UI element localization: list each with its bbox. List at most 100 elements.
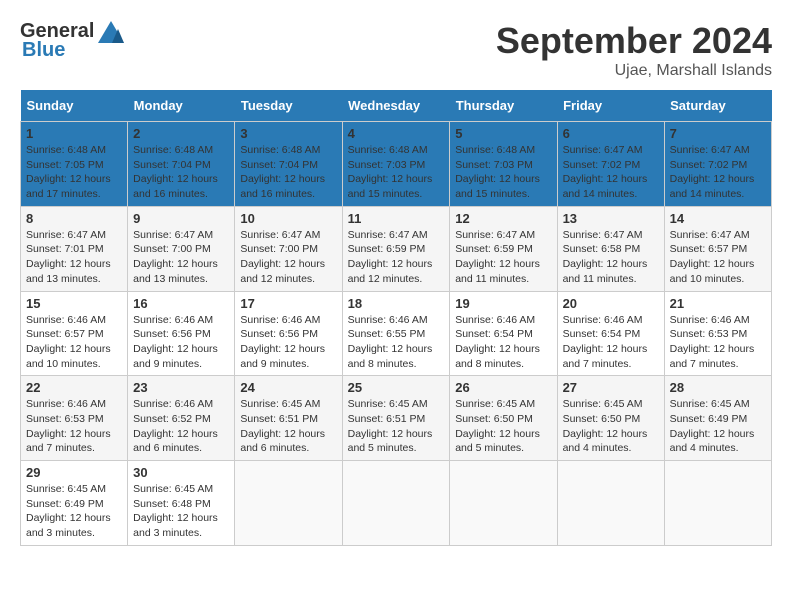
day-number: 17 [240, 296, 336, 311]
day-number: 10 [240, 211, 336, 226]
calendar-cell [664, 461, 771, 546]
col-header-saturday: Saturday [664, 90, 771, 122]
calendar-cell: 23 Sunrise: 6:46 AM Sunset: 6:52 PM Dayli… [128, 376, 235, 461]
calendar-cell: 26 Sunrise: 6:45 AM Sunset: 6:50 PM Dayli… [450, 376, 557, 461]
calendar-cell: 18Sunrise: 6:46 AM Sunset: 6:55 PM Dayli… [342, 291, 450, 376]
day-number: 23 [133, 380, 229, 395]
col-header-tuesday: Tuesday [235, 90, 342, 122]
day-info: Sunrise: 6:47 AM Sunset: 6:59 PM Dayligh… [348, 228, 445, 287]
day-info: Sunrise: 6:48 AM Sunset: 7:03 PM Dayligh… [348, 143, 445, 202]
calendar-cell: 21 Sunrise: 6:46 AM Sunset: 6:53 PM Dayli… [664, 291, 771, 376]
day-info: Sunrise: 6:47 AM Sunset: 6:58 PM Dayligh… [563, 228, 659, 287]
logo-icon [98, 21, 124, 43]
day-number: 20 [563, 296, 659, 311]
day-number: 13 [563, 211, 659, 226]
title-section: September 2024 Ujae, Marshall Islands [496, 20, 772, 80]
day-number: 21 [670, 296, 766, 311]
page-header: General Blue September 2024 Ujae, Marsha… [20, 20, 772, 80]
day-number: 3 [240, 126, 336, 141]
calendar-cell: 20 Sunrise: 6:46 AM Sunset: 6:54 PM Dayli… [557, 291, 664, 376]
day-number: 14 [670, 211, 766, 226]
day-number: 22 [26, 380, 122, 395]
calendar-cell: 13 Sunrise: 6:47 AM Sunset: 6:58 PM Dayli… [557, 206, 664, 291]
calendar-cell: 29 Sunrise: 6:45 AM Sunset: 6:49 PM Dayli… [21, 461, 128, 546]
day-number: 16 [133, 296, 229, 311]
calendar-cell: 2 Sunrise: 6:48 AM Sunset: 7:04 PM Daylig… [128, 122, 235, 207]
day-info: Sunrise: 6:47 AM Sunset: 7:00 PM Dayligh… [240, 228, 336, 287]
day-number: 29 [26, 465, 122, 480]
calendar-cell: 8Sunrise: 6:47 AM Sunset: 7:01 PM Daylig… [21, 206, 128, 291]
day-number: 15 [26, 296, 122, 311]
calendar-cell: 3Sunrise: 6:48 AM Sunset: 7:04 PM Daylig… [235, 122, 342, 207]
day-info: Sunrise: 6:46 AM Sunset: 6:56 PM Dayligh… [240, 313, 336, 372]
location: Ujae, Marshall Islands [496, 62, 772, 80]
day-info: Sunrise: 6:46 AM Sunset: 6:54 PM Dayligh… [563, 313, 659, 372]
week-row-3: 15 Sunrise: 6:46 AM Sunset: 6:57 PM Dayli… [21, 291, 772, 376]
day-number: 7 [670, 126, 766, 141]
day-info: Sunrise: 6:46 AM Sunset: 6:53 PM Dayligh… [26, 397, 122, 456]
day-info: Sunrise: 6:46 AM Sunset: 6:52 PM Dayligh… [133, 397, 229, 456]
week-row-2: 8Sunrise: 6:47 AM Sunset: 7:01 PM Daylig… [21, 206, 772, 291]
calendar-cell: 7Sunrise: 6:47 AM Sunset: 7:02 PM Daylig… [664, 122, 771, 207]
day-number: 27 [563, 380, 659, 395]
calendar-cell: 11 Sunrise: 6:47 AM Sunset: 6:59 PM Dayli… [342, 206, 450, 291]
day-number: 5 [455, 126, 551, 141]
calendar-cell: 9 Sunrise: 6:47 AM Sunset: 7:00 PM Daylig… [128, 206, 235, 291]
calendar-cell: 17 Sunrise: 6:46 AM Sunset: 6:56 PM Dayli… [235, 291, 342, 376]
month-title: September 2024 [496, 20, 772, 62]
calendar-cell [342, 461, 450, 546]
day-info: Sunrise: 6:45 AM Sunset: 6:51 PM Dayligh… [348, 397, 445, 456]
day-info: Sunrise: 6:45 AM Sunset: 6:50 PM Dayligh… [563, 397, 659, 456]
day-info: Sunrise: 6:47 AM Sunset: 6:57 PM Dayligh… [670, 228, 766, 287]
week-row-4: 22 Sunrise: 6:46 AM Sunset: 6:53 PM Dayli… [21, 376, 772, 461]
day-info: Sunrise: 6:46 AM Sunset: 6:53 PM Dayligh… [670, 313, 766, 372]
week-row-1: 1 Sunrise: 6:48 AM Sunset: 7:05 PM Daylig… [21, 122, 772, 207]
calendar-cell [235, 461, 342, 546]
day-number: 8 [26, 211, 122, 226]
day-info: Sunrise: 6:45 AM Sunset: 6:49 PM Dayligh… [670, 397, 766, 456]
day-info: Sunrise: 6:45 AM Sunset: 6:50 PM Dayligh… [455, 397, 551, 456]
day-number: 11 [348, 211, 445, 226]
calendar-table: SundayMondayTuesdayWednesdayThursdayFrid… [20, 90, 772, 546]
day-number: 1 [26, 126, 122, 141]
calendar-cell [450, 461, 557, 546]
calendar-cell: 16 Sunrise: 6:46 AM Sunset: 6:56 PM Dayli… [128, 291, 235, 376]
col-header-monday: Monday [128, 90, 235, 122]
col-header-sunday: Sunday [21, 90, 128, 122]
calendar-cell: 27 Sunrise: 6:45 AM Sunset: 6:50 PM Dayli… [557, 376, 664, 461]
day-number: 26 [455, 380, 551, 395]
calendar-cell: 6 Sunrise: 6:47 AM Sunset: 7:02 PM Daylig… [557, 122, 664, 207]
calendar-cell [557, 461, 664, 546]
col-header-wednesday: Wednesday [342, 90, 450, 122]
calendar-cell: 28Sunrise: 6:45 AM Sunset: 6:49 PM Dayli… [664, 376, 771, 461]
calendar-cell: 4 Sunrise: 6:48 AM Sunset: 7:03 PM Daylig… [342, 122, 450, 207]
day-number: 6 [563, 126, 659, 141]
calendar-cell: 30Sunrise: 6:45 AM Sunset: 6:48 PM Dayli… [128, 461, 235, 546]
day-info: Sunrise: 6:47 AM Sunset: 7:02 PM Dayligh… [563, 143, 659, 202]
day-number: 2 [133, 126, 229, 141]
day-info: Sunrise: 6:46 AM Sunset: 6:54 PM Dayligh… [455, 313, 551, 372]
day-info: Sunrise: 6:48 AM Sunset: 7:05 PM Dayligh… [26, 143, 122, 202]
calendar-cell: 19 Sunrise: 6:46 AM Sunset: 6:54 PM Dayli… [450, 291, 557, 376]
day-number: 25 [348, 380, 445, 395]
header-row: SundayMondayTuesdayWednesdayThursdayFrid… [21, 90, 772, 122]
logo-blue-text: Blue [22, 39, 65, 62]
day-info: Sunrise: 6:46 AM Sunset: 6:56 PM Dayligh… [133, 313, 229, 372]
day-info: Sunrise: 6:48 AM Sunset: 7:03 PM Dayligh… [455, 143, 551, 202]
day-number: 19 [455, 296, 551, 311]
calendar-cell: 14 Sunrise: 6:47 AM Sunset: 6:57 PM Dayli… [664, 206, 771, 291]
calendar-cell: 15 Sunrise: 6:46 AM Sunset: 6:57 PM Dayli… [21, 291, 128, 376]
day-number: 30 [133, 465, 229, 480]
day-info: Sunrise: 6:45 AM Sunset: 6:51 PM Dayligh… [240, 397, 336, 456]
day-info: Sunrise: 6:46 AM Sunset: 6:55 PM Dayligh… [348, 313, 445, 372]
day-info: Sunrise: 6:45 AM Sunset: 6:49 PM Dayligh… [26, 482, 122, 541]
calendar-cell: 22 Sunrise: 6:46 AM Sunset: 6:53 PM Dayli… [21, 376, 128, 461]
day-number: 4 [348, 126, 445, 141]
week-row-5: 29 Sunrise: 6:45 AM Sunset: 6:49 PM Dayli… [21, 461, 772, 546]
day-info: Sunrise: 6:47 AM Sunset: 7:00 PM Dayligh… [133, 228, 229, 287]
day-info: Sunrise: 6:46 AM Sunset: 6:57 PM Dayligh… [26, 313, 122, 372]
calendar-cell: 10 Sunrise: 6:47 AM Sunset: 7:00 PM Dayli… [235, 206, 342, 291]
day-number: 9 [133, 211, 229, 226]
day-info: Sunrise: 6:48 AM Sunset: 7:04 PM Dayligh… [133, 143, 229, 202]
day-number: 24 [240, 380, 336, 395]
